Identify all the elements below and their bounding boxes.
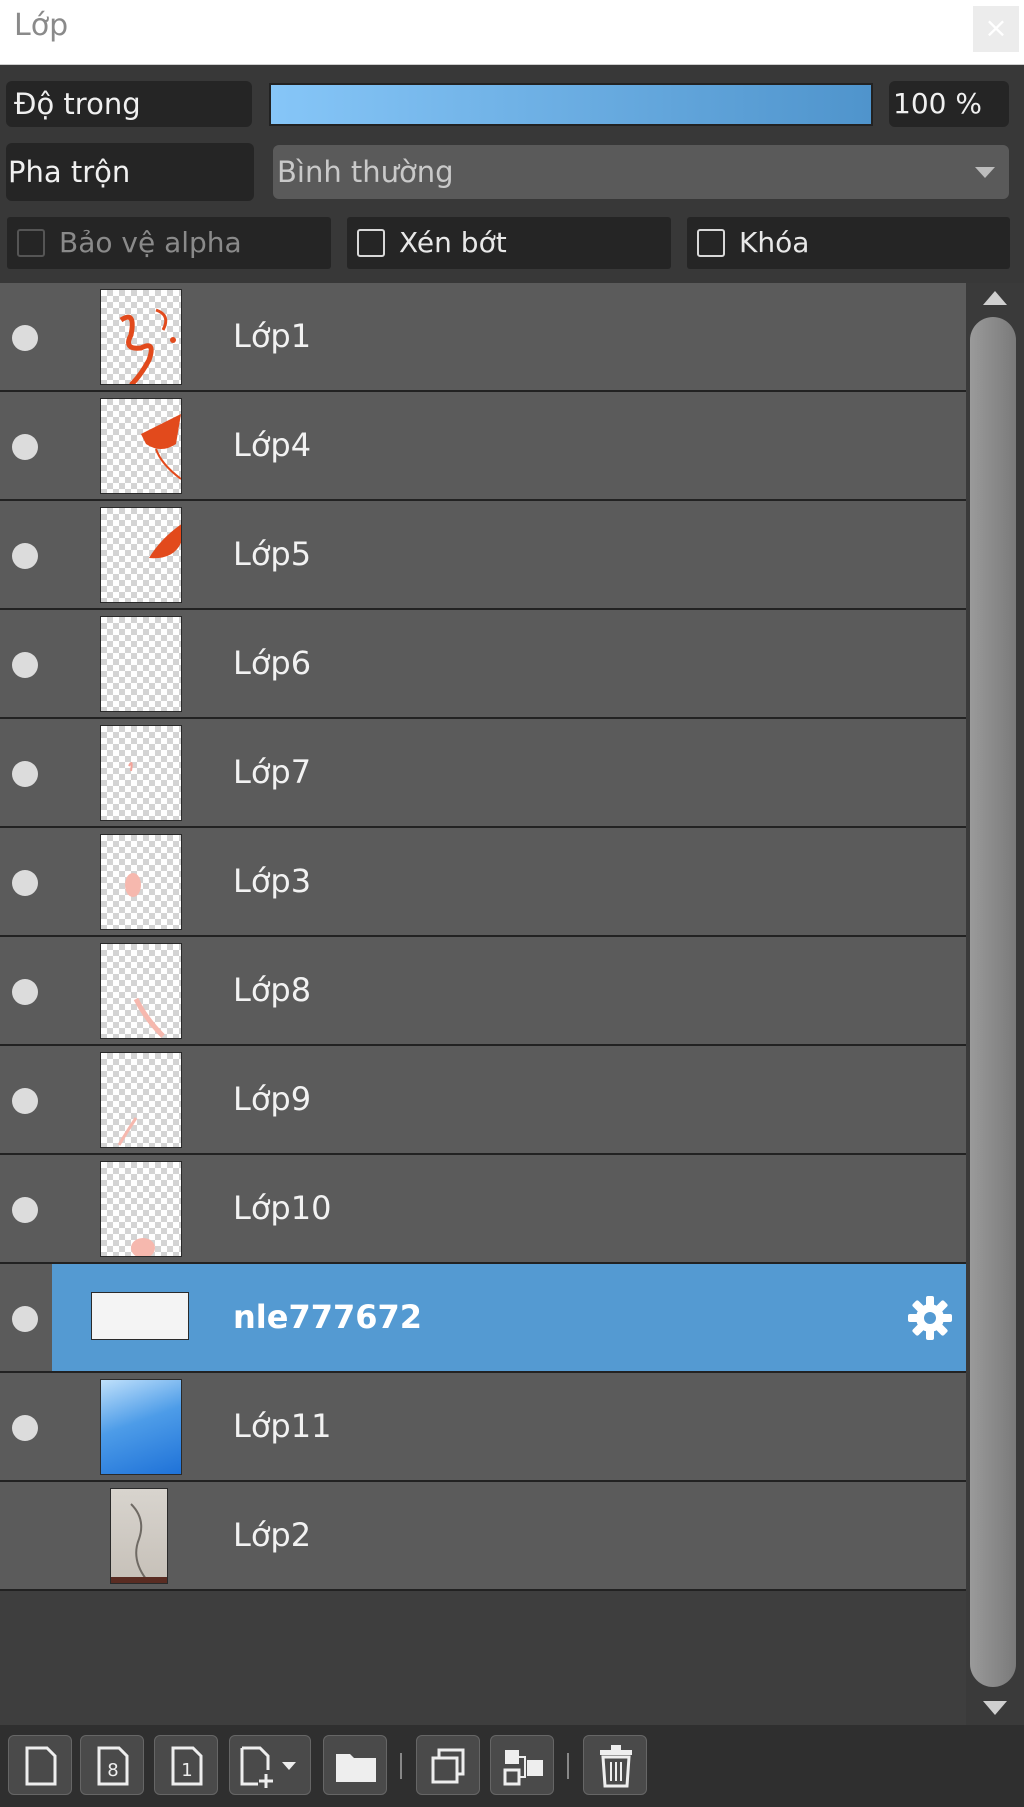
layer-row[interactable]: Lớp11	[0, 1373, 966, 1482]
blend-label: Pha trộn	[6, 143, 254, 201]
layer-thumbnail	[110, 1488, 168, 1584]
visibility-icon[interactable]	[12, 870, 38, 896]
new-folder-icon	[336, 1754, 376, 1782]
scroll-up-icon[interactable]	[983, 291, 1007, 305]
layer-name: Lớp1	[233, 317, 312, 355]
visibility-icon[interactable]	[12, 761, 38, 787]
layer-name: Lớp7	[233, 753, 312, 791]
layer-thumbnail	[100, 1161, 182, 1257]
layer-row[interactable]: Lớp2	[0, 1482, 966, 1591]
layer-thumbnail	[100, 834, 182, 930]
delete-layer-button[interactable]	[583, 1735, 647, 1795]
scroll-down-icon[interactable]	[983, 1701, 1007, 1715]
layer-thumbnail	[100, 943, 182, 1039]
visibility-icon[interactable]	[12, 1306, 38, 1332]
add-layer-menu-icon	[240, 1746, 296, 1788]
merge-layer-button[interactable]	[490, 1735, 554, 1795]
toolbar-separator	[400, 1753, 402, 1779]
layer-row[interactable]: Lớp1	[0, 283, 966, 392]
scrollbar-thumb[interactable]	[970, 317, 1016, 1687]
visibility-icon[interactable]	[12, 652, 38, 678]
layer-row[interactable]: Lớp4	[0, 392, 966, 501]
layer-row[interactable]: Lớp6	[0, 610, 966, 719]
new-layer-button[interactable]	[8, 1735, 72, 1795]
layer-name: Lớp4	[233, 426, 312, 464]
new-layer-icon	[25, 1746, 57, 1786]
clip-checkbox[interactable]: Xén bớt	[347, 217, 671, 269]
layer-row[interactable]: Lớp5	[0, 501, 966, 610]
protect-alpha-checkbox[interactable]: Bảo vệ alpha	[7, 217, 331, 269]
layer-name: Lớp3	[233, 862, 312, 900]
gear-icon[interactable]	[906, 1294, 954, 1342]
panel-titlebar: Lớp ×	[0, 0, 1024, 65]
svg-text:1: 1	[181, 1760, 192, 1781]
blend-mode-select[interactable]: Bình thường	[273, 145, 1009, 199]
opacity-slider[interactable]	[269, 83, 873, 126]
lock-label: Khóa	[739, 226, 810, 259]
layer-row-selected[interactable]: nle777672	[0, 1264, 966, 1373]
new-8bit-layer-icon: 8	[97, 1746, 129, 1786]
checkbox-box	[357, 229, 385, 257]
new-8bit-layer-button[interactable]: 8	[80, 1735, 144, 1795]
chevron-down-icon	[975, 167, 995, 178]
visibility-icon[interactable]	[12, 543, 38, 569]
opacity-label: Độ trong	[6, 81, 252, 127]
layer-row[interactable]: Lớp10	[0, 1155, 966, 1264]
panel-title: Lớp	[14, 8, 69, 43]
visibility-icon[interactable]	[12, 1415, 38, 1441]
lock-checkbox[interactable]: Khóa	[687, 217, 1010, 269]
add-layer-menu-button[interactable]	[229, 1735, 311, 1795]
layer-name: Lớp2	[233, 1516, 312, 1554]
duplicate-layer-icon	[431, 1748, 465, 1784]
layer-name: Lớp11	[233, 1407, 332, 1445]
visibility-icon[interactable]	[12, 1088, 38, 1114]
checkbox-box	[697, 229, 725, 257]
layer-row[interactable]: Lớp9	[0, 1046, 966, 1155]
layer-toolbar: 8 1	[0, 1725, 1024, 1807]
layer-row[interactable]: Lớp7	[0, 719, 966, 828]
layer-thumbnail	[100, 289, 182, 385]
layer-name: Lớp6	[233, 644, 312, 682]
layer-thumbnail	[100, 616, 182, 712]
new-folder-button[interactable]	[323, 1735, 387, 1795]
layer-thumbnail	[100, 725, 182, 821]
layer-thumbnail	[100, 1379, 182, 1475]
opacity-value[interactable]: 100 %	[889, 81, 1009, 127]
layer-thumbnail	[100, 398, 182, 494]
layer-list: Lớp1 Lớp4 Lớp5 Lớp6 Lớp7 Lớp3 Lớp8 Lớp9 …	[0, 283, 966, 1725]
clip-label: Xén bớt	[399, 226, 507, 259]
layer-name: nle777672	[233, 1298, 423, 1336]
blend-mode-value: Bình thường	[277, 155, 454, 189]
layer-name: Lớp5	[233, 535, 312, 573]
layer-list-scrollbar[interactable]	[966, 283, 1024, 1725]
layer-thumbnail	[91, 1292, 189, 1340]
layer-properties: Độ trong 100 % Pha trộn Bình thường Bảo …	[0, 65, 1024, 283]
layer-name: Lớp8	[233, 971, 312, 1009]
layer-name: Lớp10	[233, 1189, 332, 1227]
new-1bit-layer-button[interactable]: 1	[154, 1735, 218, 1795]
svg-text:8: 8	[107, 1760, 118, 1781]
layer-thumbnail	[100, 507, 182, 603]
checkbox-box	[17, 229, 45, 257]
delete-layer-icon	[600, 1745, 632, 1788]
layer-name: Lớp9	[233, 1080, 312, 1118]
layer-row[interactable]: Lớp8	[0, 937, 966, 1046]
merge-layer-icon	[503, 1750, 543, 1786]
visibility-icon[interactable]	[12, 325, 38, 351]
layer-thumbnail	[100, 1052, 182, 1148]
close-icon[interactable]: ×	[973, 6, 1019, 52]
layer-row[interactable]: Lớp3	[0, 828, 966, 937]
duplicate-layer-button[interactable]	[416, 1735, 480, 1795]
new-1bit-layer-icon: 1	[171, 1746, 203, 1786]
visibility-icon[interactable]	[12, 1197, 38, 1223]
visibility-icon[interactable]	[12, 979, 38, 1005]
visibility-icon[interactable]	[12, 434, 38, 460]
toolbar-separator	[567, 1753, 569, 1779]
protect-alpha-label: Bảo vệ alpha	[59, 226, 242, 259]
